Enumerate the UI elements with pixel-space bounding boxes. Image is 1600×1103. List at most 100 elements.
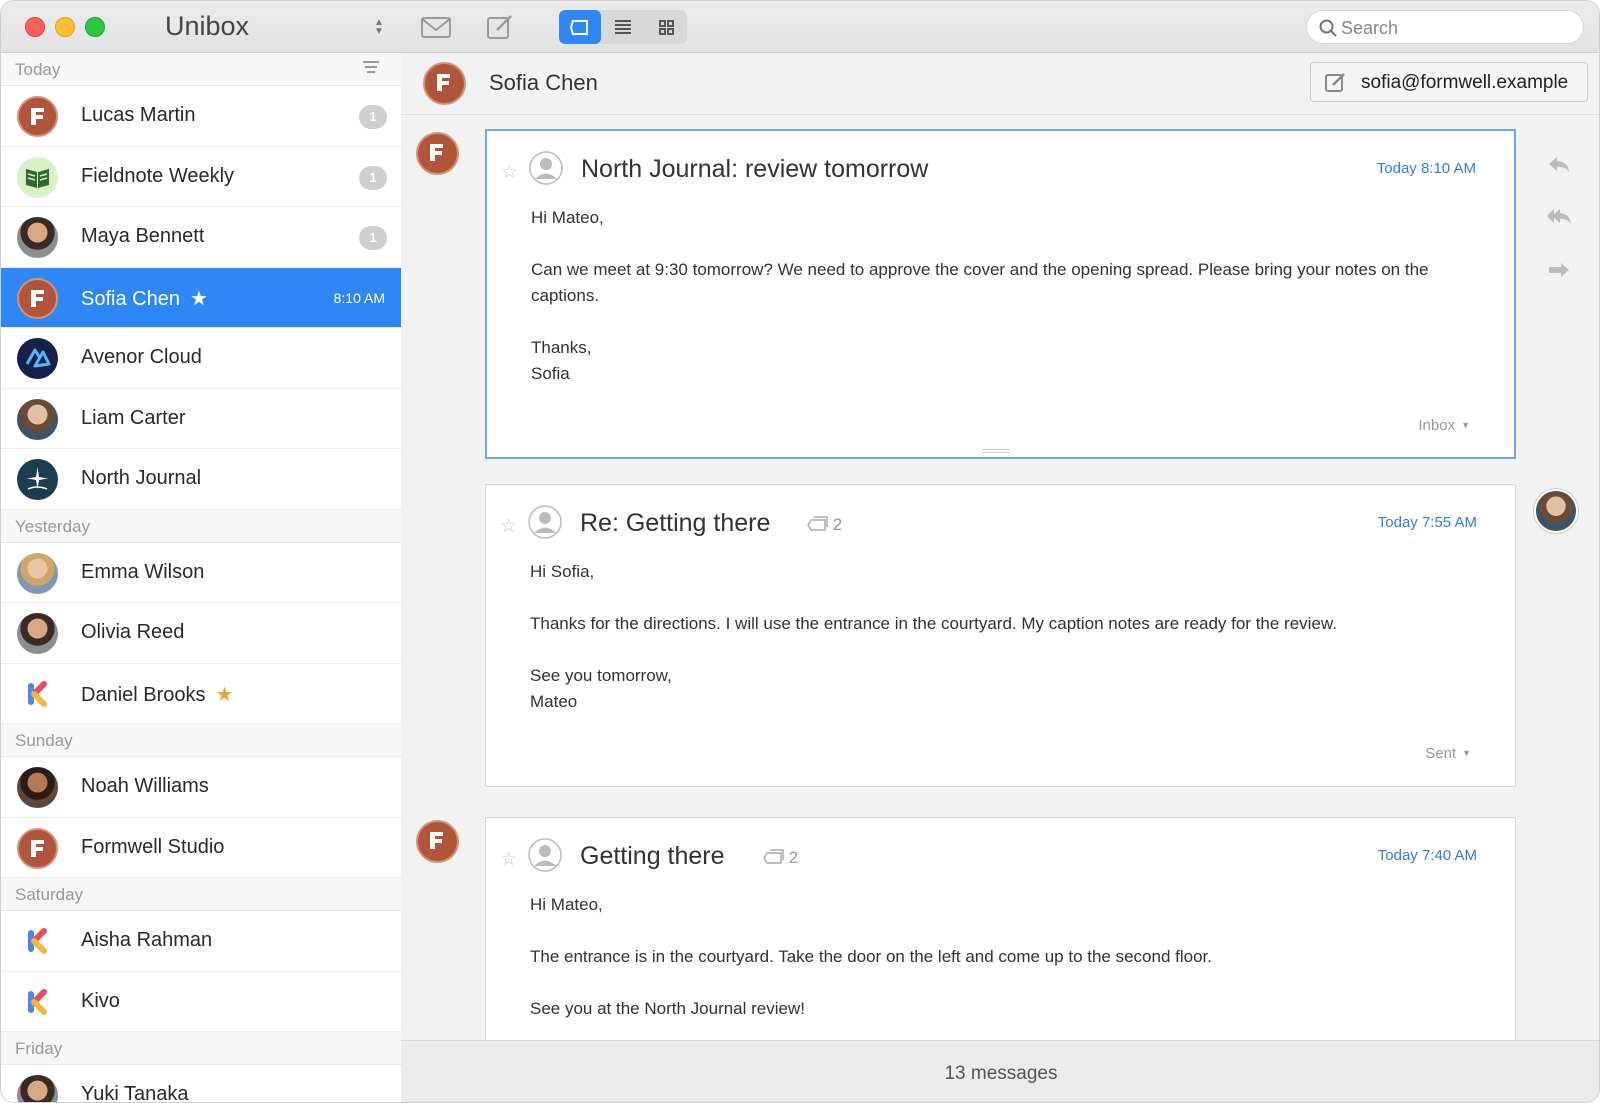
contact-name: Kivo: [81, 989, 120, 1012]
message-thread: ☆ North Journal: review tomorrow Today 8…: [401, 115, 1599, 1040]
body-paragraph: See you at the North Journal review!: [530, 999, 805, 1018]
group-label: Yesterday: [15, 516, 90, 536]
conversation-view-button[interactable]: [559, 10, 601, 44]
reply-to-address-button[interactable]: sofia@formwell.example: [1310, 62, 1588, 102]
message-body: Hi Mateo, Can we meet at 9:30 tomorrow? …: [531, 205, 1471, 413]
thread-count: 2: [762, 848, 798, 868]
contact-row[interactable]: Kivo: [1, 971, 401, 1032]
search-input[interactable]: Search: [1306, 10, 1584, 44]
star-icon[interactable]: ★: [216, 684, 234, 706]
contact-name: Maya Bennett: [81, 225, 205, 247]
contact-row[interactable]: Emma Wilson: [1, 542, 401, 603]
forward-icon[interactable]: [1546, 259, 1572, 281]
unread-badge: 1: [359, 165, 387, 190]
message-count: 13 messages: [944, 1063, 1058, 1084]
group-header-friday: Friday: [1, 1032, 401, 1065]
folder-label: Inbox: [1418, 417, 1456, 434]
contact-name: Sofia Chen: [81, 287, 180, 310]
caret-down-icon: ▼: [1462, 748, 1471, 758]
group-header-today: Today: [1, 53, 401, 86]
folder-dropdown[interactable]: Inbox ▼: [1418, 417, 1470, 434]
message-card[interactable]: ☆ Getting there 2 Today 7:40 AM Hi Mateo…: [485, 817, 1516, 1040]
avenor-logo-avatar: [17, 338, 58, 379]
contact-name: Fieldnote Weekly: [81, 164, 235, 187]
folder-label: Sent: [1425, 745, 1457, 762]
search-placeholder: Search: [1341, 18, 1399, 38]
contact-name: Noah Williams: [81, 775, 209, 797]
star-icon[interactable]: ☆: [500, 848, 517, 871]
person-icon: [528, 838, 562, 872]
group-label: Friday: [15, 1039, 63, 1058]
filter-icon[interactable]: [363, 61, 379, 77]
folder-dropdown[interactable]: Sent ▼: [1425, 745, 1471, 762]
contact-row[interactable]: Liam Carter: [1, 388, 401, 449]
contact-photo-avatar: [17, 1075, 58, 1102]
contact-row[interactable]: Aisha Rahman: [1, 911, 401, 972]
group-header-yesterday: Yesterday: [1, 509, 401, 543]
account-switch-icon[interactable]: ▲ ▼: [373, 18, 385, 38]
contact-photo-avatar: [17, 217, 58, 258]
contact-email: sofia@formwell.example: [1361, 72, 1569, 93]
message-subject: North Journal: review tomorrow: [581, 155, 929, 183]
group-header-sunday: Sunday: [1, 724, 401, 757]
contact-row[interactable]: North Journal: [1, 449, 401, 510]
caret-down-icon: ▼: [1461, 420, 1470, 430]
thread-count-number: 2: [832, 515, 843, 534]
contact-name: North Journal: [81, 467, 202, 489]
contact-row[interactable]: Maya Bennett 1: [1, 207, 401, 268]
message-body: Hi Mateo, The entrance is in the courtya…: [530, 892, 1470, 1040]
message-card[interactable]: ☆ Re: Getting there 2 Today 7:55 AM Hi S…: [485, 484, 1516, 787]
formwell-logo-avatar: [17, 827, 58, 869]
kivo-logo-avatar: [17, 673, 58, 715]
row-time: 8:10 AM: [333, 289, 385, 306]
body-paragraph: Hi Mateo,: [531, 208, 604, 227]
close-window-button[interactable]: [25, 17, 45, 37]
contact-row[interactable]: Noah Williams: [1, 757, 401, 818]
star-icon[interactable]: ☆: [501, 161, 518, 184]
zoom-window-button[interactable]: [85, 17, 105, 37]
star-icon[interactable]: ★: [190, 288, 208, 310]
list-view-button[interactable]: [602, 10, 644, 44]
contact-photo-avatar: [17, 552, 58, 594]
contact-row[interactable]: Yuki Tanaka: [1, 1065, 401, 1102]
north-journal-logo-avatar: [17, 459, 58, 500]
group-label: Sunday: [15, 731, 73, 750]
contact-row[interactable]: Formwell Studio: [1, 817, 401, 878]
resize-grip[interactable]: [982, 449, 1010, 453]
contact-name: Lucas Martin: [81, 104, 196, 126]
contact-row[interactable]: Fieldnote Weekly 1: [1, 146, 401, 207]
sidebar: Unibox ▲ ▼ Today Lucas Martin 1 Fieldnot…: [1, 1, 401, 1102]
kivo-logo-avatar: [17, 981, 58, 1023]
app-title[interactable]: Unibox: [165, 11, 249, 42]
thread-count: 2: [806, 515, 842, 535]
group-label: Today: [15, 60, 61, 79]
contact-row[interactable]: Avenor Cloud: [1, 328, 401, 389]
contact-row[interactable]: Lucas Martin 1: [1, 86, 401, 147]
message-date: Today 7:55 AM: [1377, 514, 1477, 531]
contact-photo-avatar: [17, 613, 58, 654]
contact-row-selected[interactable]: Sofia Chen ★ 8:10 AM: [1, 267, 401, 328]
contact-row[interactable]: Daniel Brooks ★: [1, 663, 401, 724]
compose-icon[interactable]: [485, 11, 515, 43]
reply-all-icon[interactable]: [1546, 205, 1572, 227]
contact-row[interactable]: Olivia Reed: [1, 603, 401, 664]
minimize-window-button[interactable]: [55, 17, 75, 37]
edit-icon: [1325, 73, 1345, 92]
formwell-logo-avatar[interactable]: [423, 62, 466, 105]
contact-name: Sofia Chen: [489, 70, 598, 95]
body-paragraph: Thanks for the directions. I will use th…: [530, 614, 1337, 633]
star-icon[interactable]: ☆: [500, 515, 517, 538]
thread-stack-icon: [763, 849, 784, 864]
unread-badge: 1: [359, 226, 387, 250]
message-card[interactable]: ☆ North Journal: review tomorrow Today 8…: [485, 129, 1516, 459]
message-date: Today 8:10 AM: [1376, 160, 1476, 177]
message-body: Hi Sofia, Thanks for the directions. I w…: [530, 559, 1470, 741]
grid-view-button[interactable]: [645, 10, 687, 44]
formwell-logo-avatar: [17, 96, 58, 137]
envelope-icon[interactable]: [419, 11, 453, 43]
body-paragraph: The entrance is in the courtyard. Take t…: [530, 947, 1213, 966]
unread-badge: 1: [359, 105, 387, 129]
reply-icon[interactable]: [1546, 153, 1572, 175]
body-paragraph: Thanks, Sofia: [531, 338, 592, 383]
message-date: Today 7:40 AM: [1377, 847, 1477, 864]
